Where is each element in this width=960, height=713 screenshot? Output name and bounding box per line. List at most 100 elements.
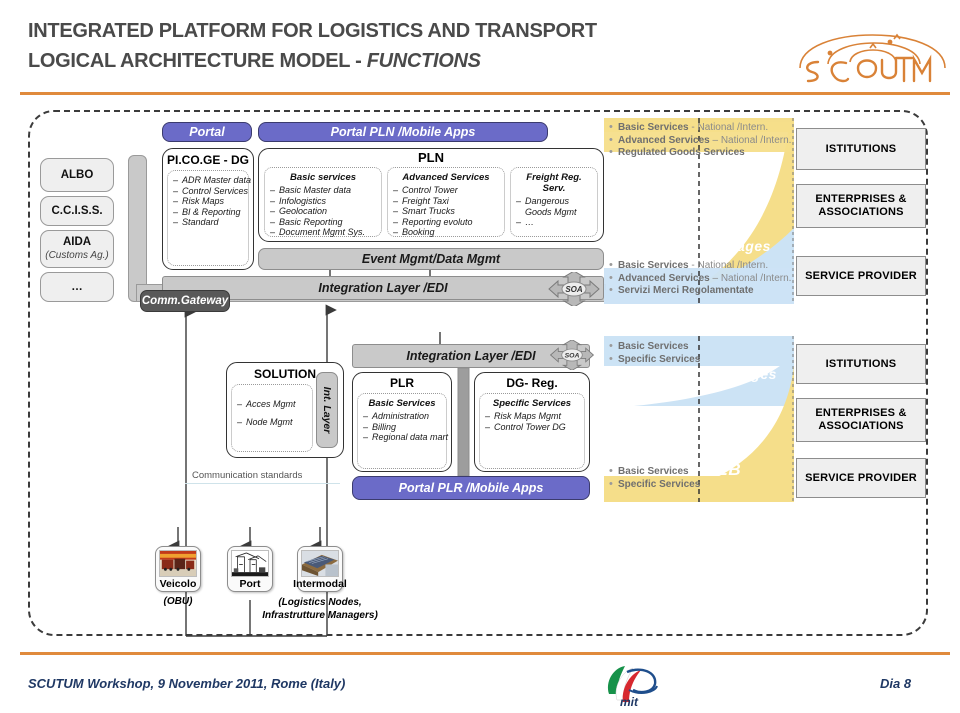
lower-messages-services-list: Basic Services Specific Services <box>608 340 700 367</box>
mit-logo: mit <box>595 660 665 709</box>
dg-reg-items-box: Specific Services Risk Maps Mgmt Control… <box>479 393 585 469</box>
portal-bar[interactable]: Portal <box>162 122 252 142</box>
comm-gateway-box[interactable]: Comm.Gateway <box>140 290 230 312</box>
portal-plr-bar-label: Portal PLR /Mobile Apps <box>398 481 544 495</box>
actor-box-more[interactable]: … <box>40 272 114 302</box>
device-sublabel-veicolo: (OBU) <box>163 596 193 607</box>
list-item: Infologistics <box>270 196 376 207</box>
list-item: Advanced Services – National /Intern. <box>608 272 791 286</box>
list-item: Booking <box>393 227 499 238</box>
list-item: Control Tower <box>393 185 499 196</box>
list-item: Basic Master data <box>270 185 376 196</box>
actor-label: AIDA <box>62 236 92 248</box>
list-item: Risk Maps Mgmt <box>485 411 579 422</box>
list-item: Node Mgmt <box>237 413 307 431</box>
stakeholder-label: SERVICE PROVIDER <box>805 269 917 282</box>
stakeholder-box-service-provider-lower[interactable]: SERVICE PROVIDER <box>796 458 926 498</box>
list-item: Regional data mart <box>363 432 448 443</box>
group-item-list: Dangerous Goods Mgmt … <box>516 196 592 228</box>
actor-label: … <box>71 280 83 293</box>
stakeholder-label: SERVICE PROVIDER <box>805 471 917 484</box>
actor-box-cciss[interactable]: C.C.I.S.S. <box>40 196 114 226</box>
pln-advanced-services-box: Advanced Services Control Tower Freight … <box>387 167 505 238</box>
device-veicolo[interactable]: Veicolo <box>155 546 201 592</box>
stakeholder-label: ISTITUTIONS <box>825 142 897 155</box>
integration-layer-label: Integration Layer /EDI <box>318 281 448 295</box>
list-item: Specific Services <box>608 478 700 492</box>
group-item-list: Basic Master data Infologistics Geolocat… <box>270 185 376 238</box>
messages-label-upper: Messages <box>700 238 771 254</box>
group-title: Freight Reg. Serv. <box>526 172 582 194</box>
gateway-bar-vertical <box>128 155 147 302</box>
actor-box-aida[interactable]: AIDA (Customs Ag.) <box>40 230 114 268</box>
mit-logo-text: mit <box>620 695 639 708</box>
pln-freight-reg-services-box: Freight Reg. Serv. Dangerous Goods Mgmt … <box>510 167 598 237</box>
actor-label: C.C.I.S.S. <box>51 204 103 217</box>
actor-box-albo[interactable]: ALBO <box>40 158 114 192</box>
actor-sublabel: (Customs Ag.) <box>45 250 109 261</box>
portal-pln-bar[interactable]: Portal PLN /Mobile Apps <box>258 122 548 142</box>
lower-web-services-list: Basic Services Specific Services <box>608 465 700 492</box>
title-line-2-italic: FUNCTIONS <box>366 50 481 72</box>
stakeholder-box-enterprises-upper[interactable]: ENTERPRISES & ASSOCIATIONS <box>796 184 926 228</box>
int-layer-label: Int. Layer <box>321 386 333 434</box>
soa-badge-upper: SOA <box>546 270 602 308</box>
list-item: Geolocation <box>270 206 376 217</box>
picoge-items-box: ADR Master data Control Services Risk Ma… <box>167 170 251 266</box>
list-item: Document Mgmt Sys. <box>270 227 376 238</box>
header-divider <box>20 92 950 95</box>
list-item: Standard <box>173 217 243 228</box>
group-title: Basic Services <box>368 398 436 409</box>
dg-reg-panel: DG- Reg. Specific Services Risk Maps Mgm… <box>474 372 590 472</box>
dg-reg-title: DG- Reg. <box>506 376 558 390</box>
device-intermodal[interactable]: Intermodal <box>293 546 347 592</box>
list-item: Acces Mgmt <box>237 395 307 413</box>
group-title: Basic services <box>289 172 357 183</box>
list-item: Control Tower DG <box>485 422 579 433</box>
stakeholder-box-istitutions-upper[interactable]: ISTITUTIONS <box>796 128 926 170</box>
group-title: Specific Services <box>492 398 572 409</box>
web-label-upper: WEB <box>718 158 760 177</box>
actor-label: ALBO <box>60 168 94 181</box>
scutum-logo <box>790 6 955 84</box>
footer-divider <box>20 652 950 655</box>
event-mgmt-label: Event Mgmt/Data Mgmt <box>361 252 501 266</box>
portal-pln-bar-label: Portal PLN /Mobile Apps <box>330 125 476 139</box>
slide-number: Dia 8 <box>880 676 912 691</box>
list-item: Specific Services <box>608 353 700 367</box>
soa-badge-label: SOA <box>565 353 580 360</box>
stakeholder-box-istitutions-lower[interactable]: ISTITUTIONS <box>796 344 926 384</box>
event-mgmt-bar[interactable]: Event Mgmt/Data Mgmt <box>258 248 604 270</box>
stakeholder-label: ENTERPRISES & ASSOCIATIONS <box>815 407 907 432</box>
devices-caption-line-1: (Logistics Nodes, <box>278 597 362 608</box>
stakeholder-label: ISTITUTIONS <box>825 357 897 370</box>
title-line-2: LOGICAL ARCHITECTURE MODEL - FUNCTIONS <box>28 46 728 76</box>
portal-bar-label: Portal <box>189 125 225 139</box>
stakeholder-box-service-provider-upper[interactable]: SERVICE PROVIDER <box>796 256 926 296</box>
plr-panel: PLR Basic Services Administration Billin… <box>352 372 452 472</box>
picoge-title: PI.CO.GE - DG <box>167 153 250 167</box>
upper-web-services-list: Basic Services - National /Intern. Advan… <box>608 121 791 160</box>
list-item: ADR Master data <box>173 175 251 186</box>
picoge-item-list: ADR Master data Control Services Risk Ma… <box>173 175 251 228</box>
list-item: Freight Taxi <box>393 196 499 207</box>
list-item: Regulated Goods Services <box>608 146 791 160</box>
list-item: Smart Trucks <box>393 206 499 217</box>
solution-items-box: Acces Mgmt Node Mgmt <box>231 384 313 452</box>
device-label: Veicolo <box>159 578 197 590</box>
messages-label-lower: Messages <box>706 366 777 382</box>
list-item: Basic Services - National /Intern. <box>608 121 791 135</box>
device-port[interactable]: Port <box>227 546 273 592</box>
devices-caption-line-2: Infrastrutture Managers) <box>262 610 378 621</box>
solution-item-list: Acces Mgmt Node Mgmt <box>237 395 307 431</box>
upper-messages-services-list: Basic Services - National /Intern. Advan… <box>608 259 791 298</box>
communication-standards-rule <box>185 483 340 484</box>
page-title: INTEGRATED PLATFORM FOR LOGISTICS AND TR… <box>28 16 728 76</box>
list-item: Servizi Merci Regolamentate <box>608 284 791 298</box>
portal-plr-bar[interactable]: Portal PLR /Mobile Apps <box>352 476 590 500</box>
list-item: BI & Reporting <box>173 207 243 218</box>
int-layer-vertical-bar[interactable]: Int. Layer <box>316 372 338 448</box>
soa-badge-label: SOA <box>565 285 583 294</box>
stakeholder-box-enterprises-lower[interactable]: ENTERPRISES & ASSOCIATIONS <box>796 398 926 442</box>
pln-title: PLN <box>418 150 444 165</box>
